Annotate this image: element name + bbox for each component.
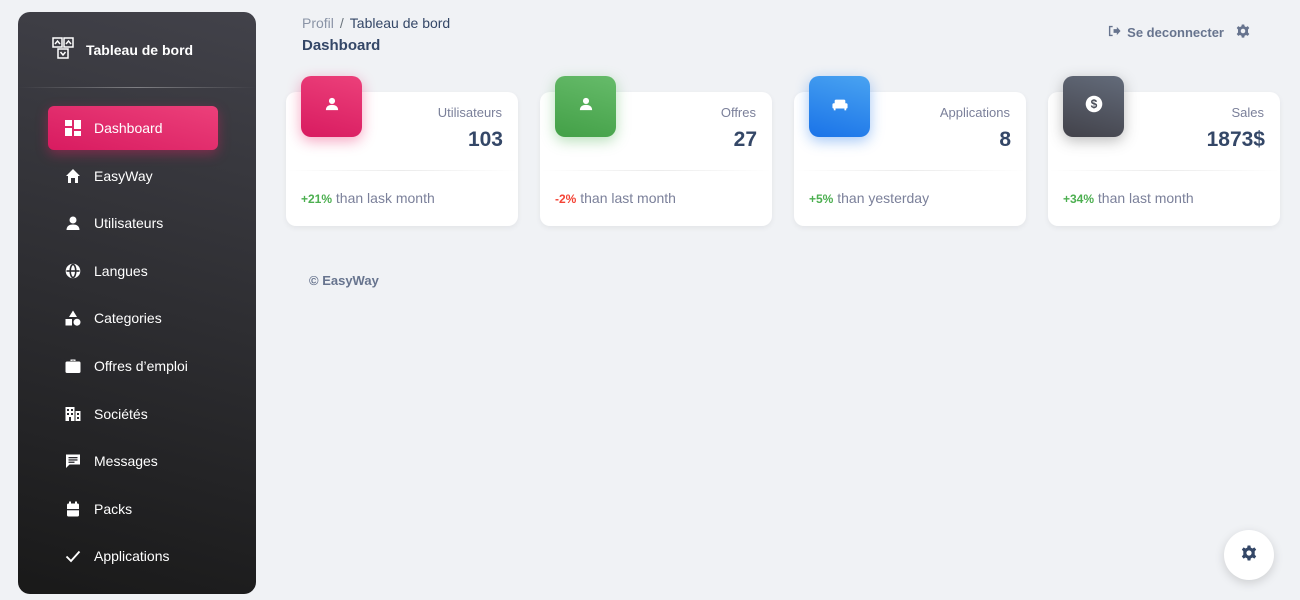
sidebar-item-label: Offres d’emploi	[94, 357, 188, 374]
configurator-button[interactable]	[1224, 530, 1274, 580]
sidebar-item-categories[interactable]: Categories	[48, 296, 218, 340]
card-divider	[286, 170, 518, 171]
sidebar-item-label: Langues	[94, 262, 148, 279]
svg-text:$: $	[1090, 97, 1097, 111]
card-label: Utilisateurs	[437, 105, 502, 120]
sidebar-item-label: Messages	[94, 453, 158, 470]
sidebar-item-applications[interactable]: Applications	[48, 534, 218, 578]
sidebar-item-label: EasyWay	[94, 167, 153, 184]
brand-name: Tableau de bord	[86, 41, 194, 58]
card-divider	[794, 170, 1026, 171]
copyright-footer: © EasyWay	[309, 273, 379, 288]
gear-icon	[1241, 545, 1257, 566]
dashboard-icon	[65, 120, 81, 136]
card-divider	[540, 170, 772, 171]
category-icon	[65, 310, 81, 327]
sidebar-item-label: Categories	[94, 310, 162, 327]
building-icon	[65, 406, 81, 422]
card-footer: +21% than lask month	[301, 190, 435, 206]
stat-card-applications: Applications 8 +5% than yesterday	[794, 76, 1026, 226]
stat-card-offres: Offres 27 -2% than last month	[540, 76, 772, 226]
sidebar-nav: Dashboard EasyWay Utilisateurs Langues C…	[18, 106, 256, 578]
pack-icon	[65, 501, 81, 517]
logout-label: Se deconnecter	[1127, 25, 1224, 40]
sofa-icon	[831, 98, 848, 116]
settings-gear-icon[interactable]	[1236, 24, 1250, 41]
sidebar-item-offres-emploi[interactable]: Offres d’emploi	[48, 344, 218, 388]
card-delta: +21%	[301, 192, 333, 206]
dollar-icon: $	[1085, 95, 1103, 118]
sidebar-item-societes[interactable]: Sociétés	[48, 392, 218, 436]
logout-button[interactable]: Se deconnecter	[1108, 25, 1224, 40]
brand-logo-icon	[52, 37, 86, 62]
sidebar-item-utilisateurs[interactable]: Utilisateurs	[48, 201, 218, 245]
card-delta-text: than last month	[1094, 190, 1194, 206]
card-delta: +34%	[1063, 192, 1095, 206]
sidebar-item-label: Utilisateurs	[94, 215, 164, 232]
card-icon-box	[301, 76, 362, 137]
sidebar-item-langues[interactable]: Langues	[48, 249, 218, 293]
card-footer: +34% than last month	[1063, 190, 1194, 206]
user-icon	[65, 215, 81, 231]
breadcrumb-separator: /	[339, 15, 344, 31]
card-delta-text: than lask month	[332, 190, 435, 206]
card-delta-text: than yesterday	[833, 190, 930, 206]
card-footer: +5% than yesterday	[809, 190, 929, 206]
globe-icon	[65, 263, 81, 279]
card-value: 27	[733, 128, 757, 151]
sidebar-item-label: Sociétés	[94, 405, 148, 422]
sidebar: Tableau de bord Dashboard EasyWay Utilis…	[18, 12, 256, 594]
card-icon-box: $	[1063, 76, 1124, 137]
card-footer: -2% than last month	[555, 190, 676, 206]
sidebar-item-easyway[interactable]: EasyWay	[48, 154, 218, 198]
check-icon	[65, 548, 81, 564]
sidebar-item-dashboard[interactable]: Dashboard	[48, 106, 218, 150]
message-icon	[65, 453, 81, 469]
card-value: 103	[467, 128, 503, 151]
card-label: Sales	[1231, 105, 1264, 120]
card-label: Applications	[939, 105, 1010, 120]
card-divider	[1048, 170, 1280, 171]
sidebar-item-label: Dashboard	[94, 120, 163, 136]
card-icon-box	[809, 76, 870, 137]
page-title: Dashboard	[302, 37, 381, 54]
header-actions: Se deconnecter	[1108, 24, 1250, 41]
sidebar-item-label: Packs	[94, 500, 133, 517]
sidebar-item-label: Applications	[94, 548, 170, 565]
card-delta: +5%	[809, 192, 834, 206]
sidebar-item-packs[interactable]: Packs	[48, 487, 218, 531]
breadcrumb-current: Tableau de bord	[349, 15, 451, 31]
sidebar-item-messages[interactable]: Messages	[48, 439, 218, 483]
stat-card-sales: $ Sales 1873$ +34% than last month	[1048, 76, 1280, 226]
card-delta-text: than last month	[576, 190, 676, 206]
person-icon	[325, 97, 339, 116]
card-icon-box	[555, 76, 616, 137]
card-value: 1873$	[1206, 128, 1265, 151]
breadcrumb-root[interactable]: Profil	[302, 15, 334, 31]
briefcase-icon	[65, 358, 81, 374]
brand[interactable]: Tableau de bord	[18, 12, 256, 87]
sidebar-divider	[18, 87, 256, 88]
sign-out-icon	[1108, 25, 1121, 40]
stat-card-utilisateurs: Utilisateurs 103 +21% than lask month	[286, 76, 518, 226]
person-icon	[579, 97, 593, 116]
card-label: Offres	[720, 105, 756, 120]
home-icon	[65, 168, 81, 184]
card-delta: -2%	[555, 192, 577, 206]
card-value: 8	[999, 128, 1011, 151]
breadcrumb: Profil / Tableau de bord	[302, 15, 450, 31]
